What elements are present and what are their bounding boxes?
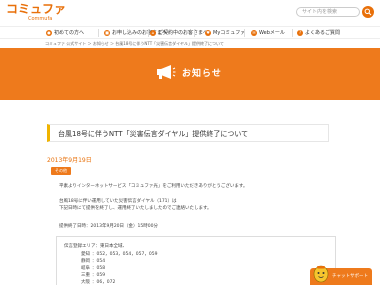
info-label: 岐阜 bbox=[81, 266, 90, 271]
nav-item-my-commufa[interactable]: ♥ Myコミュファ bbox=[205, 27, 245, 39]
heart-icon: ♥ bbox=[205, 29, 211, 36]
page-banner: お知らせ bbox=[0, 48, 380, 100]
article-paragraph: 台風18号に伴い運用していた災害伝言ダイヤル（171）は bbox=[59, 199, 177, 204]
article-paragraph: 下記日時にて提供を終了し、運用終了いたしましたのでご連絡いたします。 bbox=[59, 206, 212, 211]
info-label: 愛知 bbox=[81, 252, 90, 257]
mail-icon: ✉ bbox=[251, 29, 257, 36]
nav-label: 初めての方へ bbox=[54, 30, 85, 36]
page-title: お知らせ bbox=[182, 69, 222, 79]
megaphone-icon bbox=[157, 65, 176, 79]
nav-divider bbox=[292, 29, 293, 37]
article-paragraph: 提供終了日時：2013年9月20日（金）15時00分 bbox=[59, 224, 158, 229]
nav-divider bbox=[194, 29, 195, 37]
info-value: ：052，053，054，057，059 bbox=[92, 252, 158, 257]
chat-support-button[interactable]: チャットサポート bbox=[310, 265, 372, 285]
search-icon[interactable] bbox=[362, 6, 374, 18]
breadcrumb[interactable]: コミュファ 公式サイト ＞ お知らせ ＞ 台風18号に伴うNTT「災害伝言ダイヤ… bbox=[45, 41, 224, 47]
nav-label: ご契約中のお客さまへ bbox=[158, 30, 209, 36]
house-icon: ⌂ bbox=[150, 29, 156, 36]
info-label: 大阪 bbox=[81, 280, 90, 285]
logo-subtext: Commufa bbox=[28, 16, 53, 22]
article-title-box: 台風18号に伴うNTT「災害伝言ダイヤル」提供終了について bbox=[47, 124, 329, 142]
info-heading: 伝言登録エリア：東日本全域、 bbox=[64, 244, 127, 249]
main-nav: ● 初めての方へ ■ お申し込みのお客さまへ ⌂ ご契約中のお客さまへ ♥ Myコミュフ… bbox=[0, 26, 380, 39]
mascot-icon bbox=[313, 265, 329, 283]
search-input[interactable]: サイト内を検索 bbox=[296, 7, 360, 17]
brand-logo[interactable]: コミュファ Commufa bbox=[6, 2, 67, 23]
nav-item-webmail[interactable]: ✉ Webメール bbox=[251, 27, 285, 39]
nav-item-faq[interactable]: ? よくあるご質問 bbox=[297, 27, 340, 39]
info-box: 伝言登録エリア：東日本全域、 愛知 ：052，053，054，057，059 静… bbox=[56, 236, 336, 285]
site-header: コミュファ Commufa サイト内を検索 ● 初めての方へ ■ お申し込みのお客さ… bbox=[0, 0, 380, 44]
nav-divider bbox=[148, 29, 149, 37]
info-label: 三重 bbox=[81, 273, 90, 278]
nav-divider bbox=[244, 29, 245, 37]
nav-label: よくあるご質問 bbox=[305, 30, 341, 36]
chat-label: チャットサポート bbox=[332, 274, 368, 279]
question-icon: ? bbox=[297, 29, 303, 36]
nav-item-contracted[interactable]: ⌂ ご契約中のお客さまへ bbox=[150, 27, 208, 39]
nav-item-first-time[interactable]: ● 初めての方へ bbox=[46, 27, 84, 39]
category-tag: その他 bbox=[51, 167, 71, 175]
nav-label: Webメール bbox=[259, 30, 285, 36]
info-value: ：058 bbox=[92, 266, 106, 271]
info-value: ：059 bbox=[92, 273, 106, 278]
nav-divider bbox=[98, 29, 99, 37]
info-value: ：06，072 bbox=[92, 280, 116, 285]
article-title: 台風18号に伴うNTT「災害伝言ダイヤル」提供終了について bbox=[58, 130, 249, 138]
document-icon: ■ bbox=[104, 29, 110, 36]
logo-text: コミュファ bbox=[6, 2, 67, 16]
info-value: ：054 bbox=[92, 259, 106, 264]
info-label: 静岡 bbox=[81, 259, 90, 264]
article-date: 2013年9月19日 bbox=[47, 157, 92, 164]
nav-label: Myコミュファ bbox=[213, 30, 246, 36]
person-icon: ● bbox=[46, 29, 52, 36]
article-paragraph: 平素よりインターネットサービス「コミュファ光」をご利用いただきありがとうございま… bbox=[59, 184, 248, 189]
